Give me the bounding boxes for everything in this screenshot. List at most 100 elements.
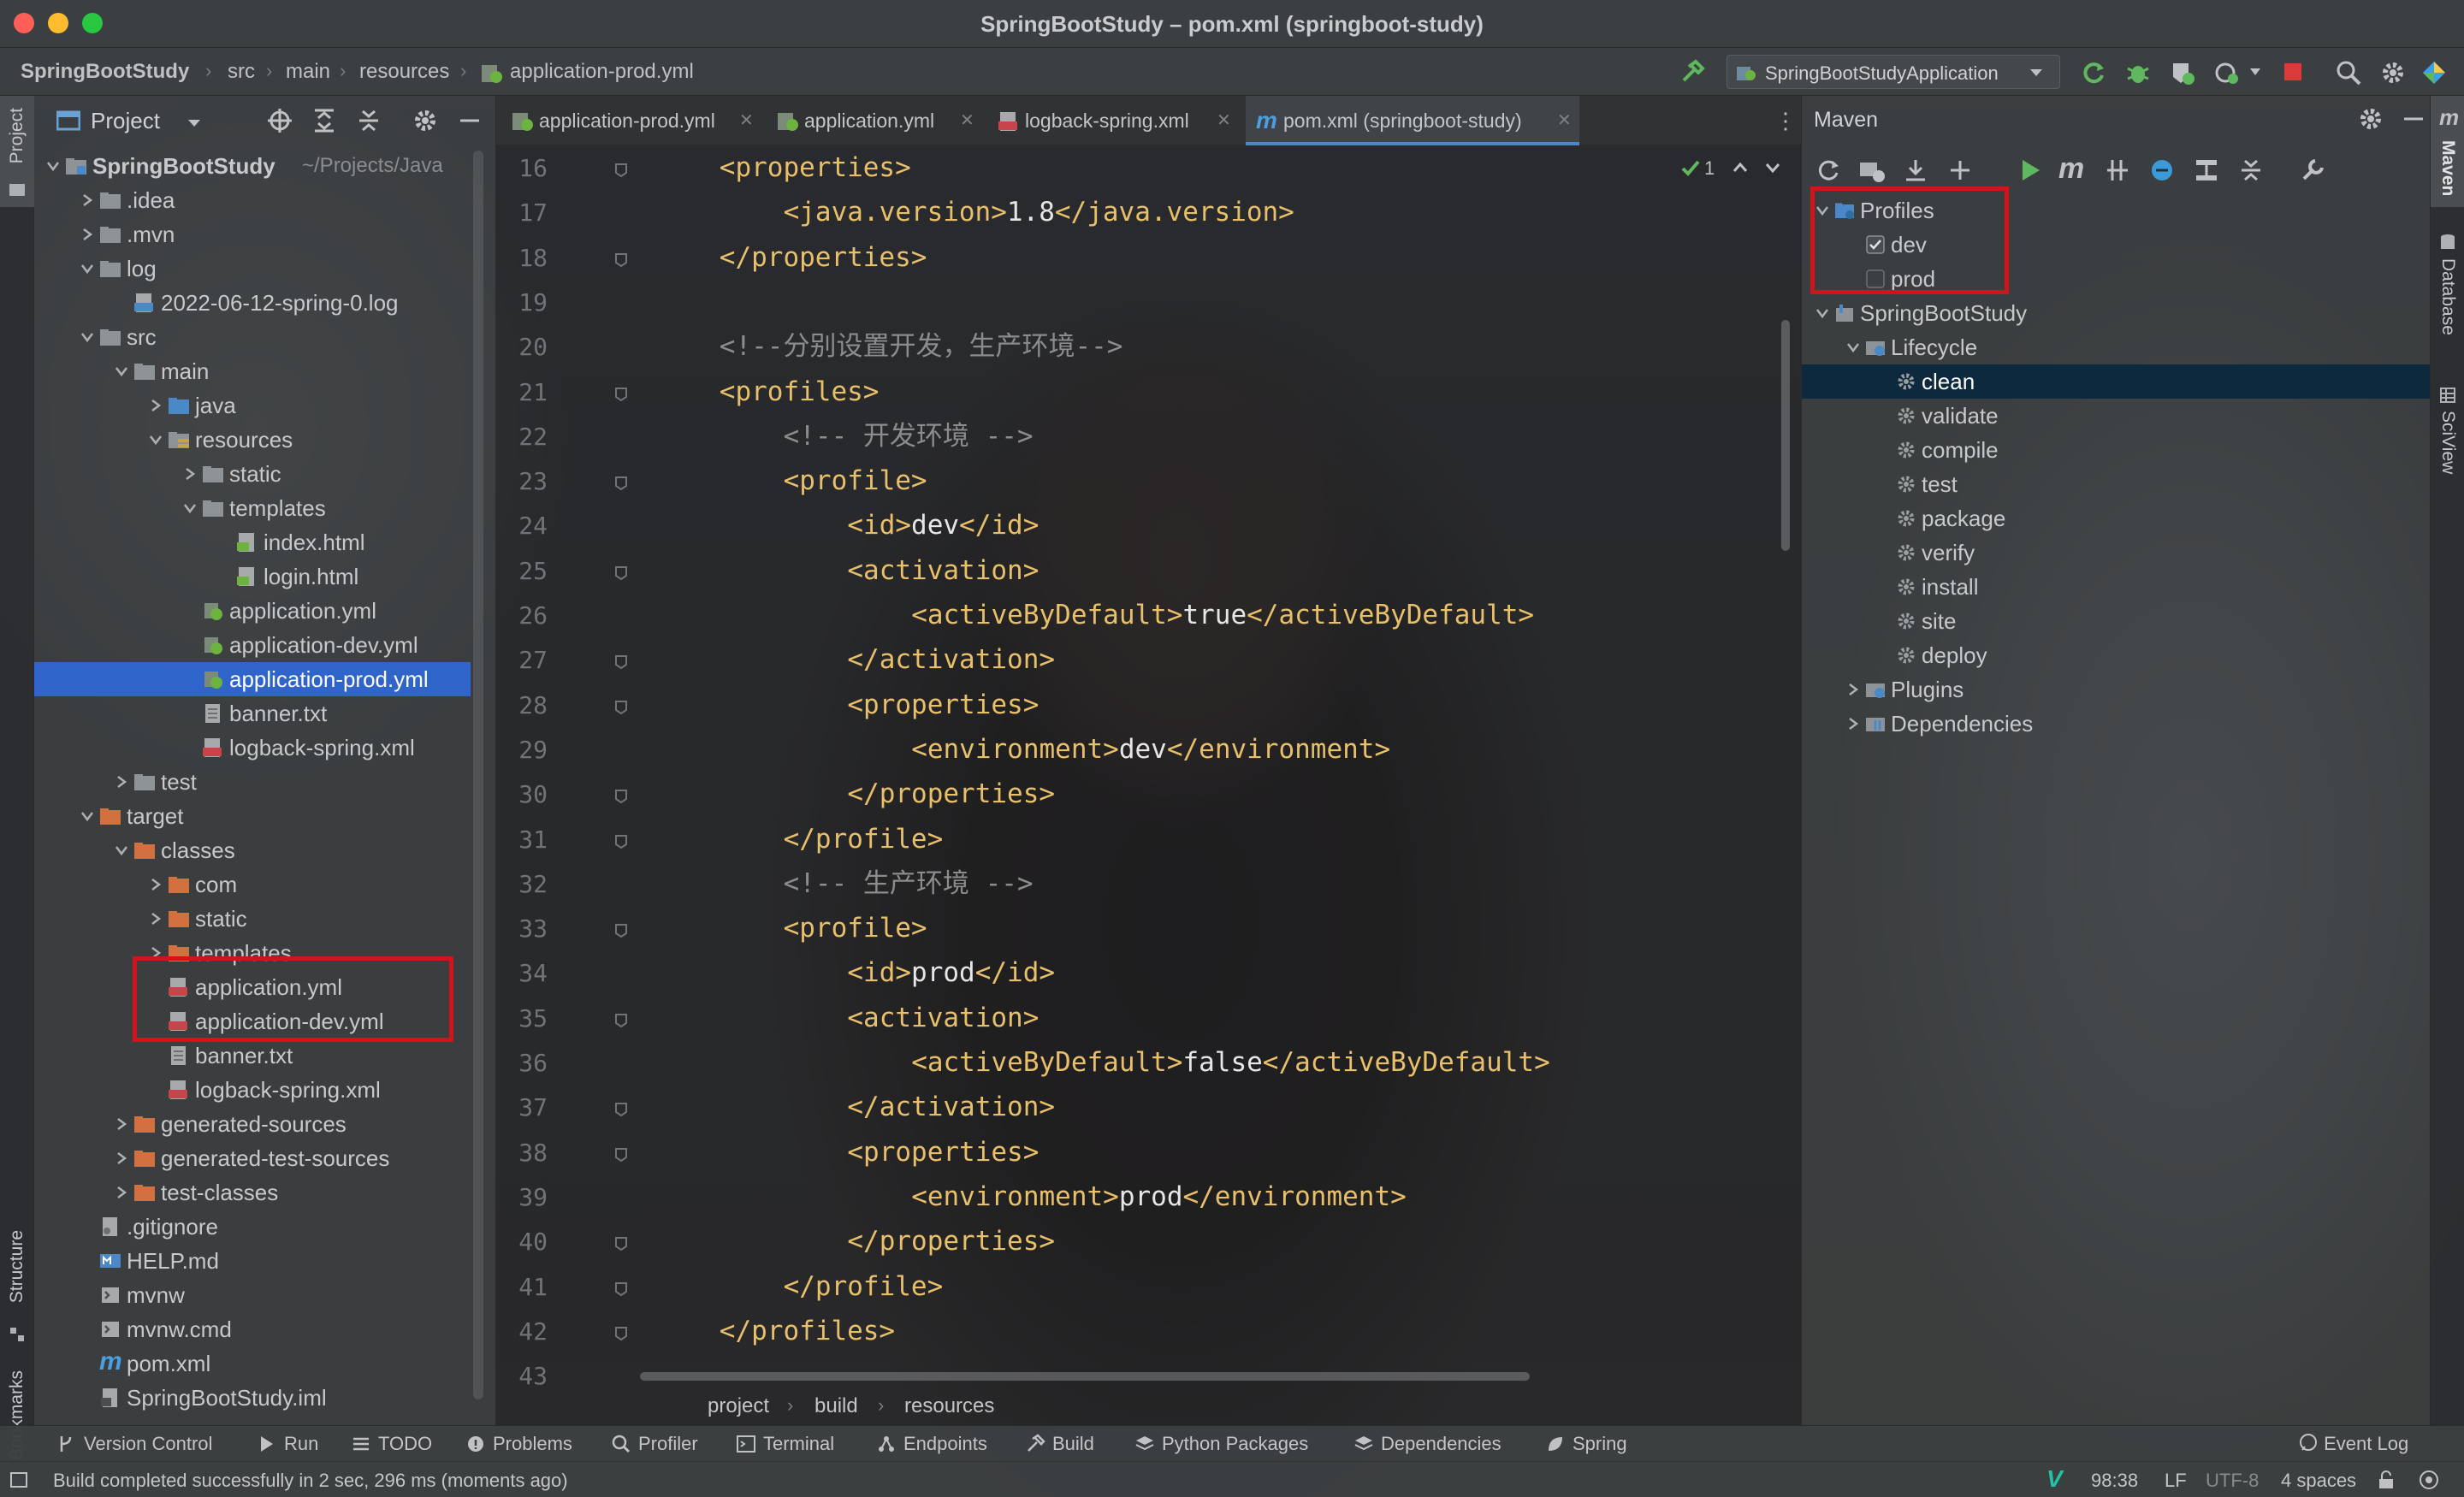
file-encoding[interactable]: UTF-8: [2206, 1470, 2259, 1492]
bottom-tool-problems[interactable]: Problems: [465, 1433, 572, 1455]
project-tree-item[interactable]: application.yml: [34, 594, 471, 628]
code-line[interactable]: <profiles>: [720, 370, 880, 414]
stop-icon[interactable]: [2283, 62, 2303, 82]
maven-tree-item[interactable]: package: [1802, 501, 2431, 535]
code-line[interactable]: <properties>: [847, 1130, 1039, 1175]
maven-tree-item[interactable]: verify: [1802, 535, 2431, 570]
project-tree-item[interactable]: logback-spring.xml: [34, 731, 471, 765]
maven-tree-item[interactable]: site: [1802, 604, 2431, 638]
xml-breadcrumb-build[interactable]: build: [814, 1394, 858, 1418]
close-tab-icon[interactable]: ✕: [1557, 96, 1572, 145]
editor-horizontal-scrollbar[interactable]: [640, 1372, 1530, 1381]
show-dependencies-icon[interactable]: [2194, 157, 2219, 183]
project-tree-item[interactable]: SpringBootStudy.iml: [34, 1381, 471, 1415]
close-tab-icon[interactable]: ✕: [960, 96, 974, 145]
more-tabs-icon[interactable]: ⋮: [1774, 108, 1797, 134]
project-tree-item[interactable]: java: [34, 388, 471, 423]
project-tool-button[interactable]: Project: [0, 96, 34, 207]
project-tree-item[interactable]: resources: [34, 423, 471, 457]
unlock-icon[interactable]: [2377, 1470, 2396, 1489]
code-line[interactable]: <environment>prod</environment>: [911, 1175, 1407, 1219]
code-line[interactable]: </profile>: [784, 817, 944, 861]
project-tree-item[interactable]: SpringBootStudy ~/Projects/Java: [34, 149, 471, 183]
code-line[interactable]: <!-- 生产环境 -->: [784, 861, 1034, 906]
bottom-tool-todo[interactable]: TODO: [351, 1433, 432, 1455]
maven-tree-item[interactable]: Dependencies: [1802, 707, 2431, 741]
coverage-icon[interactable]: [2170, 60, 2195, 86]
collapse-all-icon[interactable]: [2238, 157, 2264, 183]
maven-tree-item[interactable]: Plugins: [1802, 672, 2431, 707]
wrench-icon[interactable]: [2300, 157, 2325, 183]
hide-panel-icon[interactable]: [457, 108, 483, 133]
code-line[interactable]: <environment>dev</environment>: [911, 727, 1390, 772]
settings-gear-icon[interactable]: [412, 108, 438, 133]
project-tree-item[interactable]: HELP.md: [34, 1244, 471, 1278]
xml-breadcrumb-project[interactable]: project: [708, 1394, 769, 1418]
close-tab-icon[interactable]: ✕: [1217, 96, 1231, 145]
project-tree-item[interactable]: static: [34, 902, 471, 936]
code-line[interactable]: </profile>: [784, 1264, 944, 1309]
project-tree-item[interactable]: generated-sources: [34, 1107, 471, 1141]
toggle-tool-windows-icon[interactable]: [10, 1472, 27, 1488]
project-tree-item[interactable]: banner.txt: [34, 1038, 471, 1073]
project-view-selector[interactable]: Project: [91, 108, 160, 134]
code-line[interactable]: </properties>: [847, 772, 1055, 816]
maven-tree-item[interactable]: deploy: [1802, 638, 2431, 672]
project-tree-item[interactable]: .mvn: [34, 217, 471, 251]
project-tree-item[interactable]: login.html: [34, 559, 471, 594]
breadcrumb-main[interactable]: main: [286, 60, 330, 84]
maven-tree-item[interactable]: Lifecycle: [1802, 330, 2431, 364]
search-icon[interactable]: [2336, 60, 2361, 86]
xml-breadcrumb-resources[interactable]: resources: [904, 1394, 994, 1418]
code-line[interactable]: <profile>: [784, 459, 927, 503]
collapse-all-icon[interactable]: [356, 108, 382, 133]
reload-icon[interactable]: [1815, 157, 1841, 183]
inspector-icon[interactable]: [2418, 1469, 2440, 1491]
project-tree-item[interactable]: classes: [34, 833, 471, 867]
project-tree-item[interactable]: log: [34, 251, 471, 286]
maven-tree-item[interactable]: compile: [1802, 433, 2431, 467]
event-log-button[interactable]: Event Log: [2298, 1433, 2408, 1455]
build-hammer-icon[interactable]: [1679, 58, 1706, 86]
line-separator[interactable]: LF: [2165, 1470, 2187, 1492]
tab-logback-spring-xml[interactable]: logback-spring.xml ✕: [989, 96, 1239, 145]
chevron-down-icon[interactable]: [2248, 67, 2262, 77]
settings-gear-icon[interactable]: [2380, 60, 2406, 86]
bottom-tool-python-packages[interactable]: Python Packages: [1134, 1433, 1308, 1455]
breadcrumb-src[interactable]: src: [228, 60, 255, 84]
bottom-tool-run[interactable]: Run: [257, 1433, 318, 1455]
generate-sources-icon[interactable]: [1858, 157, 1886, 183]
bottom-tool-profiler[interactable]: Profiler: [611, 1433, 698, 1455]
code-line[interactable]: <properties>: [720, 145, 911, 190]
tab-application-prod-yml[interactable]: application-prod.yml ✕: [503, 96, 761, 145]
project-tree-item[interactable]: .idea: [34, 183, 471, 217]
project-tree-item[interactable]: mvnw.cmd: [34, 1312, 471, 1346]
run-icon[interactable]: [2017, 157, 2043, 183]
project-tree-item[interactable]: application-dev.yml: [34, 628, 471, 662]
debug-icon[interactable]: [2125, 60, 2151, 86]
project-tree-item[interactable]: templates: [34, 491, 471, 525]
maven-tree-item[interactable]: clean: [1802, 364, 2431, 399]
project-scrollbar[interactable]: [473, 151, 483, 1399]
code-line[interactable]: <activeByDefault>false</activeByDefault>: [911, 1040, 1550, 1085]
project-tree-item[interactable]: m pom.xml: [34, 1346, 471, 1381]
project-tree-item[interactable]: 2022-06-12-spring-0.log: [34, 286, 471, 320]
code-line[interactable]: <java.version>1.8</java.version>: [784, 190, 1294, 234]
bottom-tool-dependencies[interactable]: Dependencies: [1353, 1433, 1502, 1455]
chevron-down-icon[interactable]: [187, 118, 202, 128]
database-tool-button[interactable]: Database: [2431, 224, 2464, 352]
code-line[interactable]: </profiles>: [720, 1309, 895, 1353]
code-line[interactable]: </activation>: [847, 637, 1055, 682]
hide-panel-icon[interactable]: [2401, 106, 2426, 132]
project-tree-item[interactable]: test: [34, 765, 471, 799]
maven-tree-item[interactable]: install: [1802, 570, 2431, 604]
expand-all-icon[interactable]: [311, 108, 337, 133]
settings-gear-icon[interactable]: [2358, 106, 2384, 132]
bottom-tool-endpoints[interactable]: Endpoints: [876, 1433, 987, 1455]
project-tree-item[interactable]: .gitignore: [34, 1210, 471, 1244]
project-tree-item[interactable]: target: [34, 799, 471, 833]
maven-tree-item[interactable]: validate: [1802, 399, 2431, 433]
code-line[interactable]: <activation>: [847, 996, 1039, 1040]
download-icon[interactable]: [1903, 157, 1928, 183]
breadcrumb-project[interactable]: SpringBootStudy: [21, 60, 189, 84]
